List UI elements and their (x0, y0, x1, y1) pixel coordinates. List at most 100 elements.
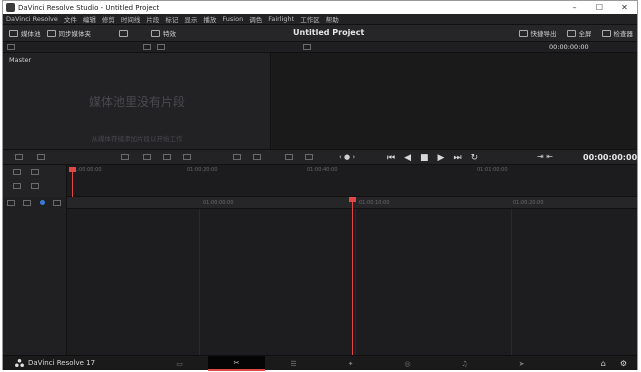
menu-edit[interactable]: 编辑 (83, 14, 96, 24)
media-pool-label: 媒体池 (21, 30, 41, 38)
replace-clip-icon[interactable] (163, 154, 171, 160)
lower-tick-0: 01:00:00:00 (203, 200, 234, 206)
bin-master[interactable]: Master (9, 56, 31, 64)
lower-playhead (352, 201, 353, 355)
empty-pool-title: 媒体池里没有片段 (88, 95, 185, 109)
effects-button[interactable]: 特效 (151, 28, 176, 38)
cut-icon[interactable] (37, 154, 45, 160)
track-header (3, 197, 67, 355)
resolve-logo-icon (6, 3, 15, 12)
pen-tool-icon[interactable] (7, 200, 15, 206)
menu-trim[interactable]: 修剪 (102, 14, 115, 24)
media-pool-icon (9, 29, 18, 37)
media-pool-panel: Master 媒体池里没有片段 从媒体存储添加片段以开始工作 (3, 53, 271, 149)
snap-tool-icon[interactable] (31, 183, 39, 189)
play-icon[interactable]: ▶ (438, 153, 445, 163)
window-controls: – ☐ ✕ (562, 1, 637, 14)
page-tabs: ▭ ✂ ☰ ✦ ◎ ♫ ➤ (151, 356, 550, 371)
audio-track-icon[interactable] (23, 200, 31, 206)
settings-icon[interactable]: ⚙ (620, 359, 627, 368)
media-pool-button[interactable]: 媒体池 (9, 28, 41, 38)
view-button[interactable] (119, 29, 131, 37)
menu-mark[interactable]: 标记 (165, 14, 178, 24)
app-window: DaVinci Resolve Studio - Untitled Projec… (2, 0, 638, 371)
ripple-icon[interactable] (233, 154, 241, 160)
title-bar: DaVinci Resolve Studio - Untitled Projec… (3, 1, 637, 14)
thumbnail-view-icon[interactable] (143, 44, 151, 50)
page-edit[interactable]: ☰ (265, 356, 322, 371)
close-button[interactable]: ✕ (612, 1, 637, 14)
lower-tick-1: 01:00:10:00 (359, 200, 390, 206)
menu-fairlight[interactable]: Fairlight (268, 15, 294, 23)
play-reverse-icon[interactable]: ◀ (404, 153, 411, 163)
audio-settings-icon[interactable] (305, 154, 313, 160)
page-media[interactable]: ▭ (151, 356, 208, 371)
page-cut[interactable]: ✂ (208, 356, 265, 371)
lower-timeline: 01:00:00:00 01:00:10:00 01:00:20:00 (3, 197, 637, 355)
grid-view-icon[interactable] (157, 44, 165, 50)
upper-tick-1: 01:00:20:00 (187, 167, 218, 173)
track-tool-icon[interactable] (13, 169, 21, 175)
viewer-layout-icon[interactable] (303, 44, 311, 50)
home-icon[interactable]: ⌂ (601, 359, 606, 368)
video-track-icon[interactable] (53, 200, 61, 206)
viewer-mode-icon[interactable] (285, 154, 293, 160)
insert-clip-icon[interactable] (121, 154, 129, 160)
grid-line (511, 209, 512, 355)
go-to-end-icon[interactable]: ⏭ (453, 153, 461, 163)
brand-label: DaVinci Resolve 17 (28, 359, 96, 367)
list-view-icon[interactable] (7, 44, 15, 50)
menu-color[interactable]: 调色 (249, 14, 262, 24)
page-deliver[interactable]: ➤ (493, 356, 550, 371)
audio-meter-icon[interactable] (15, 154, 23, 160)
page-fairlight[interactable]: ♫ (436, 356, 493, 371)
page-fusion[interactable]: ✦ (322, 356, 379, 371)
go-to-start-icon[interactable]: ⏮ (387, 153, 395, 163)
empty-pool-hint: 从媒体存储添加片段以开始工作 (91, 135, 183, 143)
upper-ruler[interactable]: 01:00:00:00 01:00:20:00 01:00:40:00 01:0… (67, 165, 637, 175)
jog-indicator[interactable]: ‹ ● › (339, 153, 355, 161)
menu-view[interactable]: 显示 (184, 14, 197, 24)
transport-controls: ⏮ ◀ ■ ▶ ⏭ ↻ (387, 153, 487, 163)
close-up-icon[interactable] (253, 154, 261, 160)
maximize-button[interactable]: ☐ (587, 1, 612, 14)
inspector-button[interactable]: 检查器 (601, 28, 634, 38)
menu-file[interactable]: 文件 (64, 14, 77, 24)
link-tool-icon[interactable] (13, 183, 21, 189)
upper-track-tools (3, 165, 67, 197)
overwrite-clip-icon[interactable] (143, 154, 151, 160)
menu-timeline[interactable]: 时间线 (121, 14, 141, 24)
inspector-label: 检查器 (613, 30, 634, 38)
stop-icon[interactable]: ■ (420, 153, 429, 163)
window-title: DaVinci Resolve Studio - Untitled Projec… (18, 3, 160, 12)
export-icon (518, 29, 528, 37)
place-on-top-icon[interactable] (183, 154, 191, 160)
davinci-logo-icon (15, 359, 24, 367)
toolbar-right: 快捷导出 全屏 检查器 (509, 28, 634, 38)
effects-label: 特效 (163, 30, 176, 38)
page-color[interactable]: ◎ (379, 356, 436, 371)
menu-help[interactable]: 帮助 (326, 14, 339, 24)
quick-export-button[interactable]: 快捷导出 (518, 28, 557, 38)
upper-tick-2: 01:00:40:00 (307, 167, 338, 173)
sync-bin-button[interactable]: 同步媒体夹 (46, 28, 91, 38)
skip-range-icon[interactable]: ⇥ ⇤ (537, 152, 553, 161)
menu-fusion[interactable]: Fusion (222, 15, 243, 23)
source-timecode: 00:00:00:00 (549, 43, 589, 51)
marker-dot-icon[interactable] (40, 200, 45, 205)
record-timecode: 00:00:00:00 (583, 153, 638, 162)
menu-workspace[interactable]: 工作区 (300, 14, 320, 24)
loop-icon[interactable]: ↻ (471, 153, 479, 163)
bottom-right-icons: ⌂ ⚙ (587, 359, 627, 368)
sync-bin-icon (46, 29, 56, 37)
minimize-button[interactable]: – (562, 1, 587, 14)
fullscreen-button[interactable]: 全屏 (566, 28, 592, 38)
page-bar: DaVinci Resolve 17 ▭ ✂ ☰ ✦ ◎ ♫ ➤ ⌂ ⚙ (3, 355, 637, 371)
menu-playback[interactable]: 播放 (203, 14, 216, 24)
menu-clip[interactable]: 片段 (146, 14, 159, 24)
menu-resolve[interactable]: DaVinci Resolve (6, 15, 58, 23)
inspector-icon (601, 29, 611, 37)
split-tool-icon[interactable] (31, 169, 39, 175)
grid-line (199, 209, 200, 355)
grid-line (355, 209, 356, 355)
